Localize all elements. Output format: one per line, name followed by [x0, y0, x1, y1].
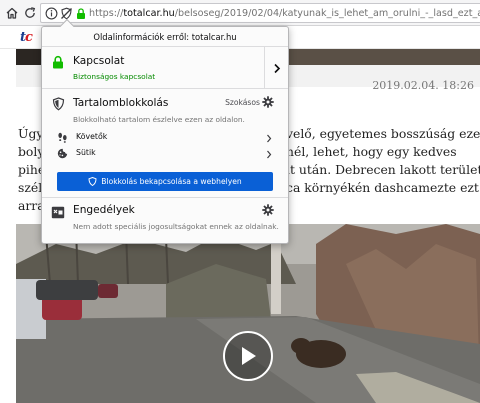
play-button[interactable]: [223, 331, 273, 381]
reload-icon[interactable]: [20, 3, 40, 23]
connection-subtitle: Biztonságos kapcsolat: [73, 72, 156, 81]
gear-icon[interactable]: [262, 96, 274, 108]
cookie-icon: [57, 148, 68, 159]
connection-row[interactable]: Kapcsolat Biztonságos kapcsolat: [42, 47, 264, 89]
cookies-chevron-icon: [264, 148, 274, 160]
permissions-section: Engedélyek Nem adott speciális jogosults…: [42, 199, 288, 243]
url-protocol: https://: [89, 8, 124, 19]
url-bar[interactable]: https://totalcar.hu/belsoseg/2019/02/04/…: [40, 3, 480, 23]
footprints-icon: [57, 132, 68, 143]
url-path: /belsoseg/2019/02/04/katyunak_is_lehet_a…: [174, 8, 480, 19]
connection-section: Kapcsolat Biztonságos kapcsolat: [42, 47, 288, 89]
content-blocking-section: Tartalomblokkolás Szokásos Blokkolható t…: [42, 90, 288, 198]
home-icon[interactable]: [2, 3, 22, 23]
browser-toolbar: https://totalcar.hu/belsoseg/2019/02/04/…: [0, 0, 480, 26]
paragraph-line-4-end: ca környékén dashcamezte ezt egy: [286, 180, 480, 195]
paragraph-line-3-end: lt után. Debrecen lakott területén: [286, 162, 480, 177]
connection-expand-button[interactable]: [264, 47, 288, 89]
connection-title: Kapcsolat: [73, 55, 125, 67]
enable-blocking-button[interactable]: Blokkolás bekapcsolása a webhelyen: [57, 172, 273, 191]
shield-icon: [51, 97, 65, 111]
url-text[interactable]: https://totalcar.hu/belsoseg/2019/02/04/…: [89, 6, 480, 21]
paragraph-line-1-end: velő, egyetemes bosszúság ezen a: [286, 126, 480, 141]
permissions-icon: [51, 205, 65, 219]
content-blocking-description: Blokkolható tartalom észlelve ezen az ol…: [73, 115, 245, 124]
lock-icon[interactable]: [74, 6, 88, 20]
panel-header: Oldalinformációk erről: totalcar.hu: [42, 27, 288, 47]
connection-lock-icon: [51, 55, 65, 69]
chevron-right-icon: [273, 63, 281, 74]
cookies-label: Sütik: [76, 148, 96, 157]
permissions-gear-icon[interactable]: [262, 204, 274, 216]
paragraph-line-2-end: nél, lehet, hogy egy kedves: [286, 144, 457, 159]
trackers-chevron-icon: [264, 132, 274, 144]
site-info-icon[interactable]: [44, 6, 58, 20]
trackers-row[interactable]: Követők: [42, 130, 288, 146]
trackers-label: Követők: [76, 132, 108, 141]
play-icon: [238, 345, 258, 367]
shield-button-icon: [88, 177, 97, 186]
site-logo[interactable]: tc: [20, 30, 33, 45]
cookies-row[interactable]: Sütik: [42, 146, 288, 162]
site-info-panel: Oldalinformációk erről: totalcar.hu Kapc…: [41, 26, 289, 244]
permissions-description: Nem adott speciális jogosultságokat enne…: [73, 222, 279, 231]
tracking-protection-disabled-icon[interactable]: [59, 6, 73, 20]
enable-blocking-label: Blokkolás bekapcsolása a webhelyen: [101, 177, 242, 186]
article-date: 2019.02.04. 18:26: [372, 79, 474, 92]
blocking-level-label: Szokásos: [225, 98, 260, 107]
site-logo-c: c: [25, 30, 33, 45]
url-host: totalcar.hu: [123, 8, 175, 19]
permissions-title: Engedélyek: [73, 204, 135, 216]
content-blocking-title: Tartalomblokkolás: [73, 97, 169, 109]
